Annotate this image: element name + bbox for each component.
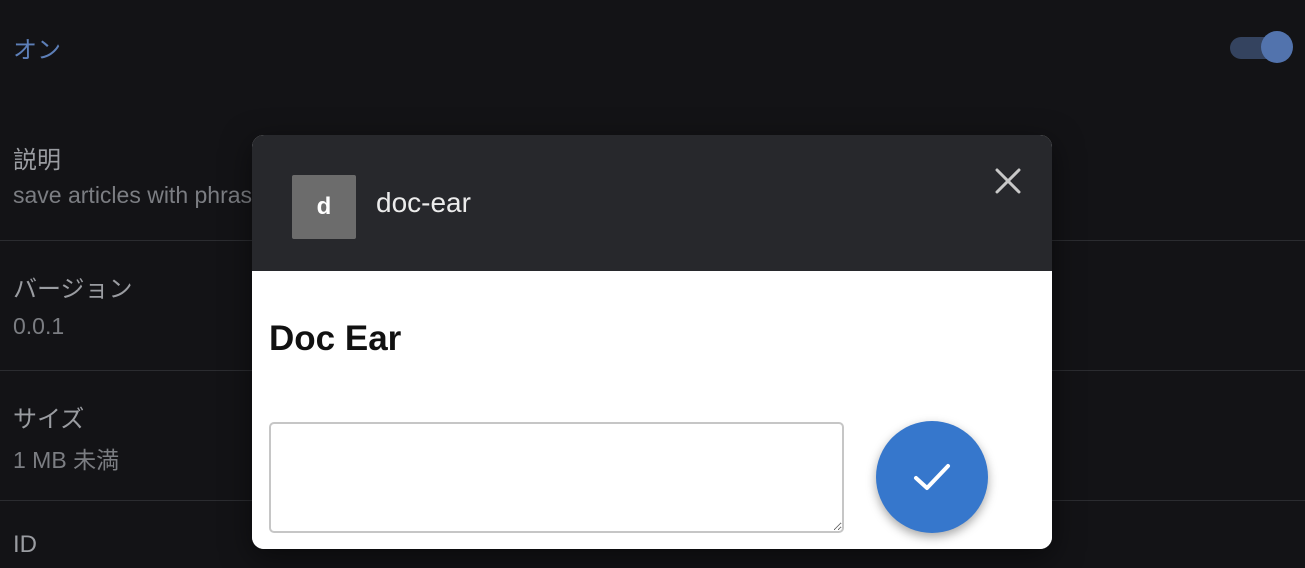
description-value: save articles with phrases xyxy=(13,182,277,208)
toggle-knob xyxy=(1261,31,1293,63)
phrase-input[interactable] xyxy=(269,422,844,533)
app-name: doc-ear xyxy=(376,187,471,218)
size-value: 1 MB 未満 xyxy=(13,447,120,473)
id-label: ID xyxy=(13,531,37,558)
confirm-button[interactable] xyxy=(876,421,988,533)
close-button[interactable] xyxy=(990,163,1026,199)
enabled-label: オン xyxy=(13,37,61,64)
check-icon xyxy=(914,464,950,490)
description-label: 説明 xyxy=(13,147,61,174)
close-icon xyxy=(995,168,1021,194)
version-value: 0.0.1 xyxy=(13,313,65,339)
dialog-header: d doc-ear xyxy=(252,135,1052,271)
dialog-body: Doc Ear xyxy=(252,271,1052,549)
app-icon: d xyxy=(292,175,356,239)
version-label: バージョン xyxy=(13,276,133,303)
enabled-row: オン xyxy=(0,0,1305,100)
dialog-title: Doc Ear xyxy=(269,319,402,358)
enabled-toggle[interactable] xyxy=(1230,31,1293,63)
extension-dialog: d doc-ear Doc Ear xyxy=(252,135,1052,549)
size-label: サイズ xyxy=(13,406,85,433)
